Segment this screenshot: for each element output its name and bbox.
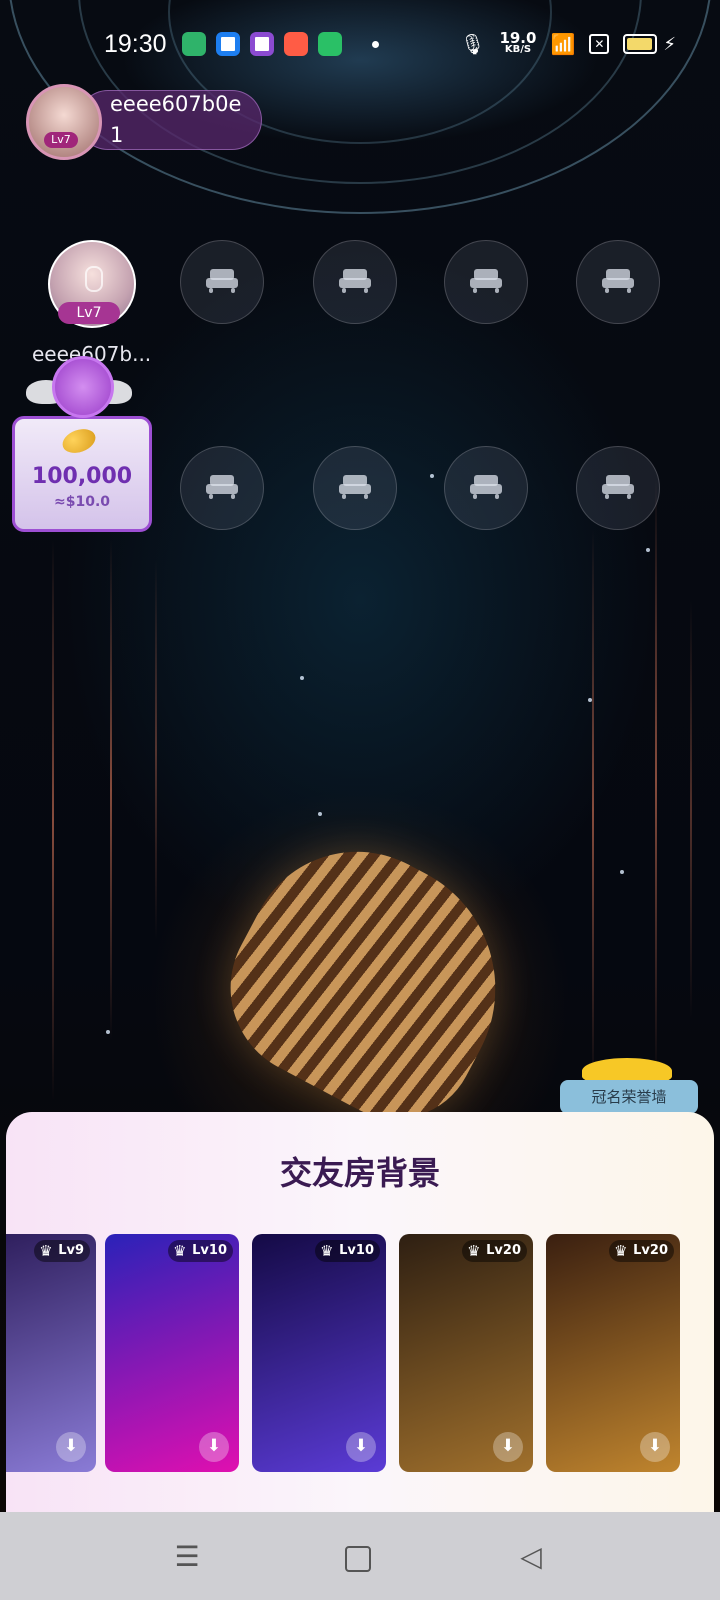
light-streak <box>110 540 112 1040</box>
level-tag-label: Lv10 <box>339 1243 374 1258</box>
background-card[interactable]: Lv10 <box>252 1234 386 1472</box>
sofa-icon <box>206 475 238 499</box>
status-bar: 19:30 🎙 19.0 KB/S 📶 ✕ ⚡ <box>0 24 720 64</box>
empty-seat[interactable] <box>180 446 264 530</box>
gift-amount: 100,000 <box>31 464 133 489</box>
level-tag-label: Lv10 <box>192 1243 227 1258</box>
empty-seat[interactable] <box>576 446 660 530</box>
empty-seat[interactable] <box>576 240 660 324</box>
host-level-badge: Lv7 <box>44 132 78 148</box>
level-tag: Lv9 <box>34 1240 90 1262</box>
crown-icon <box>39 1240 53 1262</box>
crown-icon <box>320 1240 334 1262</box>
crown-icon <box>614 1240 628 1262</box>
sofa-icon <box>602 475 634 499</box>
download-icon[interactable] <box>493 1432 523 1462</box>
empty-seat[interactable] <box>313 446 397 530</box>
system-nav-bar: ☰ ◁ <box>0 1512 720 1600</box>
network-speed-value: 19.0 <box>499 29 537 47</box>
level-tag: Lv20 <box>609 1240 674 1262</box>
gift-badge-icon <box>52 356 114 418</box>
wifi-icon: 📶 <box>550 32 576 56</box>
sofa-icon <box>470 475 502 499</box>
battery-icon <box>623 34 658 54</box>
level-tag: Lv10 <box>168 1240 233 1262</box>
mic-icon <box>85 266 103 292</box>
honor-wall-button[interactable]: 冠名荣誉墙 <box>560 1080 698 1114</box>
home-icon[interactable] <box>345 1546 371 1572</box>
level-tag-label: Lv20 <box>633 1243 668 1258</box>
notification-icons <box>182 32 342 56</box>
sparkle <box>646 548 650 552</box>
sofa-icon <box>470 269 502 293</box>
level-tag: Lv20 <box>462 1240 527 1262</box>
sheet-title: 交友房背景 <box>279 1154 440 1192</box>
background-card[interactable]: Lv20 <box>546 1234 680 1472</box>
host-subtext: 1 <box>110 123 124 147</box>
empty-seat[interactable] <box>313 240 397 324</box>
sofa-icon <box>602 269 634 293</box>
download-icon[interactable] <box>199 1432 229 1462</box>
microphone-icon: 🎙 <box>460 32 486 56</box>
sparkle <box>620 870 624 874</box>
network-speed-unit: KB/S <box>504 44 532 55</box>
security-icon <box>318 32 342 56</box>
light-streak <box>592 530 594 1090</box>
crown-icon <box>173 1240 187 1262</box>
game-icon <box>284 32 308 56</box>
back-icon[interactable]: ◁ <box>516 1542 546 1572</box>
sparkle <box>106 1030 110 1034</box>
download-icon[interactable] <box>56 1432 86 1462</box>
more-notifications-icon <box>372 40 379 48</box>
menu-icon[interactable]: ☰ <box>172 1542 202 1572</box>
light-streak <box>690 600 692 1020</box>
host-name: eeee607b0e <box>110 92 242 116</box>
empty-seat[interactable] <box>444 446 528 530</box>
light-streak <box>655 480 657 1080</box>
sparkle <box>318 812 322 816</box>
background-card[interactable]: Lv10 <box>105 1234 239 1472</box>
browser-icon <box>216 32 240 56</box>
sparkle <box>588 698 592 702</box>
background-card[interactable]: Lv9 <box>6 1234 96 1472</box>
sofa-icon <box>206 269 238 293</box>
light-streak <box>52 540 54 1100</box>
sofa-icon <box>339 269 371 293</box>
background-card[interactable]: Lv20 <box>399 1234 533 1472</box>
seat-level-badge: Lv7 <box>58 302 120 324</box>
messenger-icon <box>250 32 274 56</box>
sparkle <box>430 474 434 478</box>
charging-icon: ⚡ <box>663 33 676 55</box>
download-icon[interactable] <box>346 1432 376 1462</box>
network-speed: 19.0 KB/S <box>499 29 537 56</box>
sparkle <box>300 676 304 680</box>
empty-seat[interactable] <box>444 240 528 324</box>
level-tag-label: Lv9 <box>58 1243 84 1258</box>
background-selector-sheet: 交友房背景 Lv9 Lv10 Lv10 Lv20 Lv20 <box>6 1112 714 1512</box>
app-store-icon <box>182 32 206 56</box>
no-sim-icon: ✕ <box>589 34 610 54</box>
level-tag: Lv10 <box>315 1240 380 1262</box>
host-avatar[interactable] <box>26 84 102 160</box>
download-icon[interactable] <box>640 1432 670 1462</box>
gift-usd-value: ≈$10.0 <box>53 494 110 510</box>
status-time: 19:30 <box>104 29 167 58</box>
empty-seat[interactable] <box>180 240 264 324</box>
status-right-icons: 🎙 19.0 KB/S 📶 ✕ ⚡ <box>460 29 676 57</box>
light-streak <box>155 560 157 940</box>
crown-icon <box>467 1240 481 1262</box>
sofa-icon <box>339 475 371 499</box>
level-tag-label: Lv20 <box>486 1243 521 1258</box>
